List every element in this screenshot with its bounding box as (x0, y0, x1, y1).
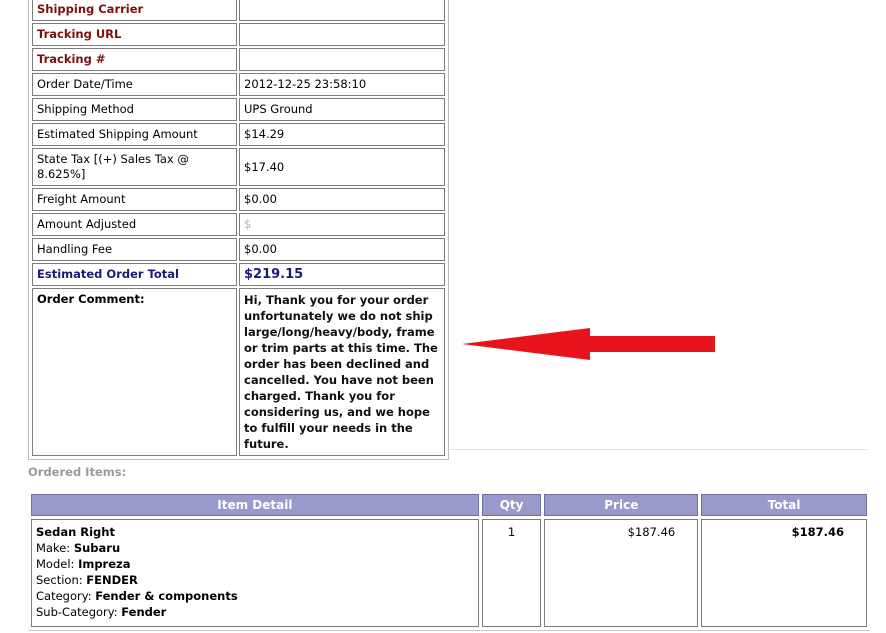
tracking-number-value (239, 48, 445, 71)
detail-row-order-comment: Order Comment: Hi, Thank you for your or… (32, 288, 445, 456)
shipping-method-label: Shipping Method (32, 98, 237, 121)
order-date-value: 2012-12-25 23:58:10 (239, 73, 445, 96)
make-label: Make: (36, 541, 71, 555)
red-arrow-annotation (462, 328, 715, 360)
item-section-line: Section: FENDER (36, 572, 474, 588)
total-header: Total (701, 494, 867, 516)
item-subcategory-line: Sub-Category: Fender (36, 604, 474, 620)
shipping-carrier-value (239, 0, 445, 21)
state-tax-value: $17.40 (239, 148, 445, 186)
detail-row-tracking-url: Tracking URL (32, 23, 445, 46)
order-total-value: $219.15 (239, 263, 445, 286)
item-detail-header: Item Detail (31, 494, 479, 516)
model-label: Model: (36, 557, 75, 571)
order-comment-label: Order Comment: (32, 288, 237, 456)
detail-row-order-total: Estimated Order Total $219.15 (32, 263, 445, 286)
detail-row-shipping-amount: Estimated Shipping Amount $14.29 (32, 123, 445, 146)
table-row: Sedan Right Make: Subaru Model: Impreza … (31, 519, 867, 627)
item-detail-cell: Sedan Right Make: Subaru Model: Impreza … (31, 519, 479, 627)
subcategory-label: Sub-Category: (36, 605, 118, 619)
model-value: Impreza (78, 557, 131, 571)
item-model-line: Model: Impreza (36, 556, 474, 572)
ordered-items-table: Item Detail Qty Price Total Sedan Right … (28, 491, 870, 630)
price-header: Price (544, 494, 699, 516)
item-make-line: Make: Subaru (36, 540, 474, 556)
amount-adjusted-value: $ (239, 213, 445, 236)
order-details-table: Shipping Carrier Tracking URL Tracking #… (28, 0, 449, 460)
detail-row-shipping-method: Shipping Method UPS Ground (32, 98, 445, 121)
detail-row-shipping-carrier: Shipping Carrier (32, 0, 445, 21)
make-value: Subaru (73, 541, 121, 555)
tracking-url-label: Tracking URL (32, 23, 237, 46)
order-total-label: Estimated Order Total (32, 263, 237, 286)
handling-fee-value: $0.00 (239, 238, 445, 261)
category-value: Fender & components (95, 589, 238, 603)
category-label: Category: (36, 589, 92, 603)
subcategory-value: Fender (121, 605, 167, 619)
section-divider (450, 449, 868, 450)
amount-adjusted-label: Amount Adjusted (32, 213, 237, 236)
item-total: $187.46 (701, 519, 867, 627)
shipping-amount-value: $14.29 (239, 123, 445, 146)
order-date-label: Order Date/Time (32, 73, 237, 96)
section-value: FENDER (86, 573, 138, 587)
state-tax-label: State Tax [(+) Sales Tax @ 8.625%] (32, 148, 237, 186)
detail-row-state-tax: State Tax [(+) Sales Tax @ 8.625%] $17.4… (32, 148, 445, 186)
handling-fee-label: Handling Fee (32, 238, 237, 261)
detail-row-amount-adjusted: Amount Adjusted $ (32, 213, 445, 236)
detail-row-tracking-number: Tracking # (32, 48, 445, 71)
order-comment-text: Hi, Thank you for your order unfortunate… (239, 288, 445, 456)
items-header-row: Item Detail Qty Price Total (31, 494, 867, 516)
tracking-url-value (239, 23, 445, 46)
detail-row-freight-amount: Freight Amount $0.00 (32, 188, 445, 211)
freight-amount-value: $0.00 (239, 188, 445, 211)
item-price: $187.46 (544, 519, 699, 627)
item-qty: 1 (481, 519, 542, 627)
freight-amount-label: Freight Amount (32, 188, 237, 211)
arrow-shape (462, 328, 715, 360)
detail-row-handling-fee: Handling Fee $0.00 (32, 238, 445, 261)
item-category-line: Category: Fender & components (36, 588, 474, 604)
item-name: Sedan Right (36, 525, 115, 539)
tracking-number-label: Tracking # (32, 48, 237, 71)
ordered-items-title: Ordered Items: (28, 465, 127, 479)
section-label: Section: (36, 573, 83, 587)
qty-header: Qty (481, 494, 542, 516)
detail-row-order-date: Order Date/Time 2012-12-25 23:58:10 (32, 73, 445, 96)
shipping-carrier-label: Shipping Carrier (32, 0, 237, 21)
bottom-divider (28, 630, 870, 631)
shipping-amount-label: Estimated Shipping Amount (32, 123, 237, 146)
shipping-method-value: UPS Ground (239, 98, 445, 121)
